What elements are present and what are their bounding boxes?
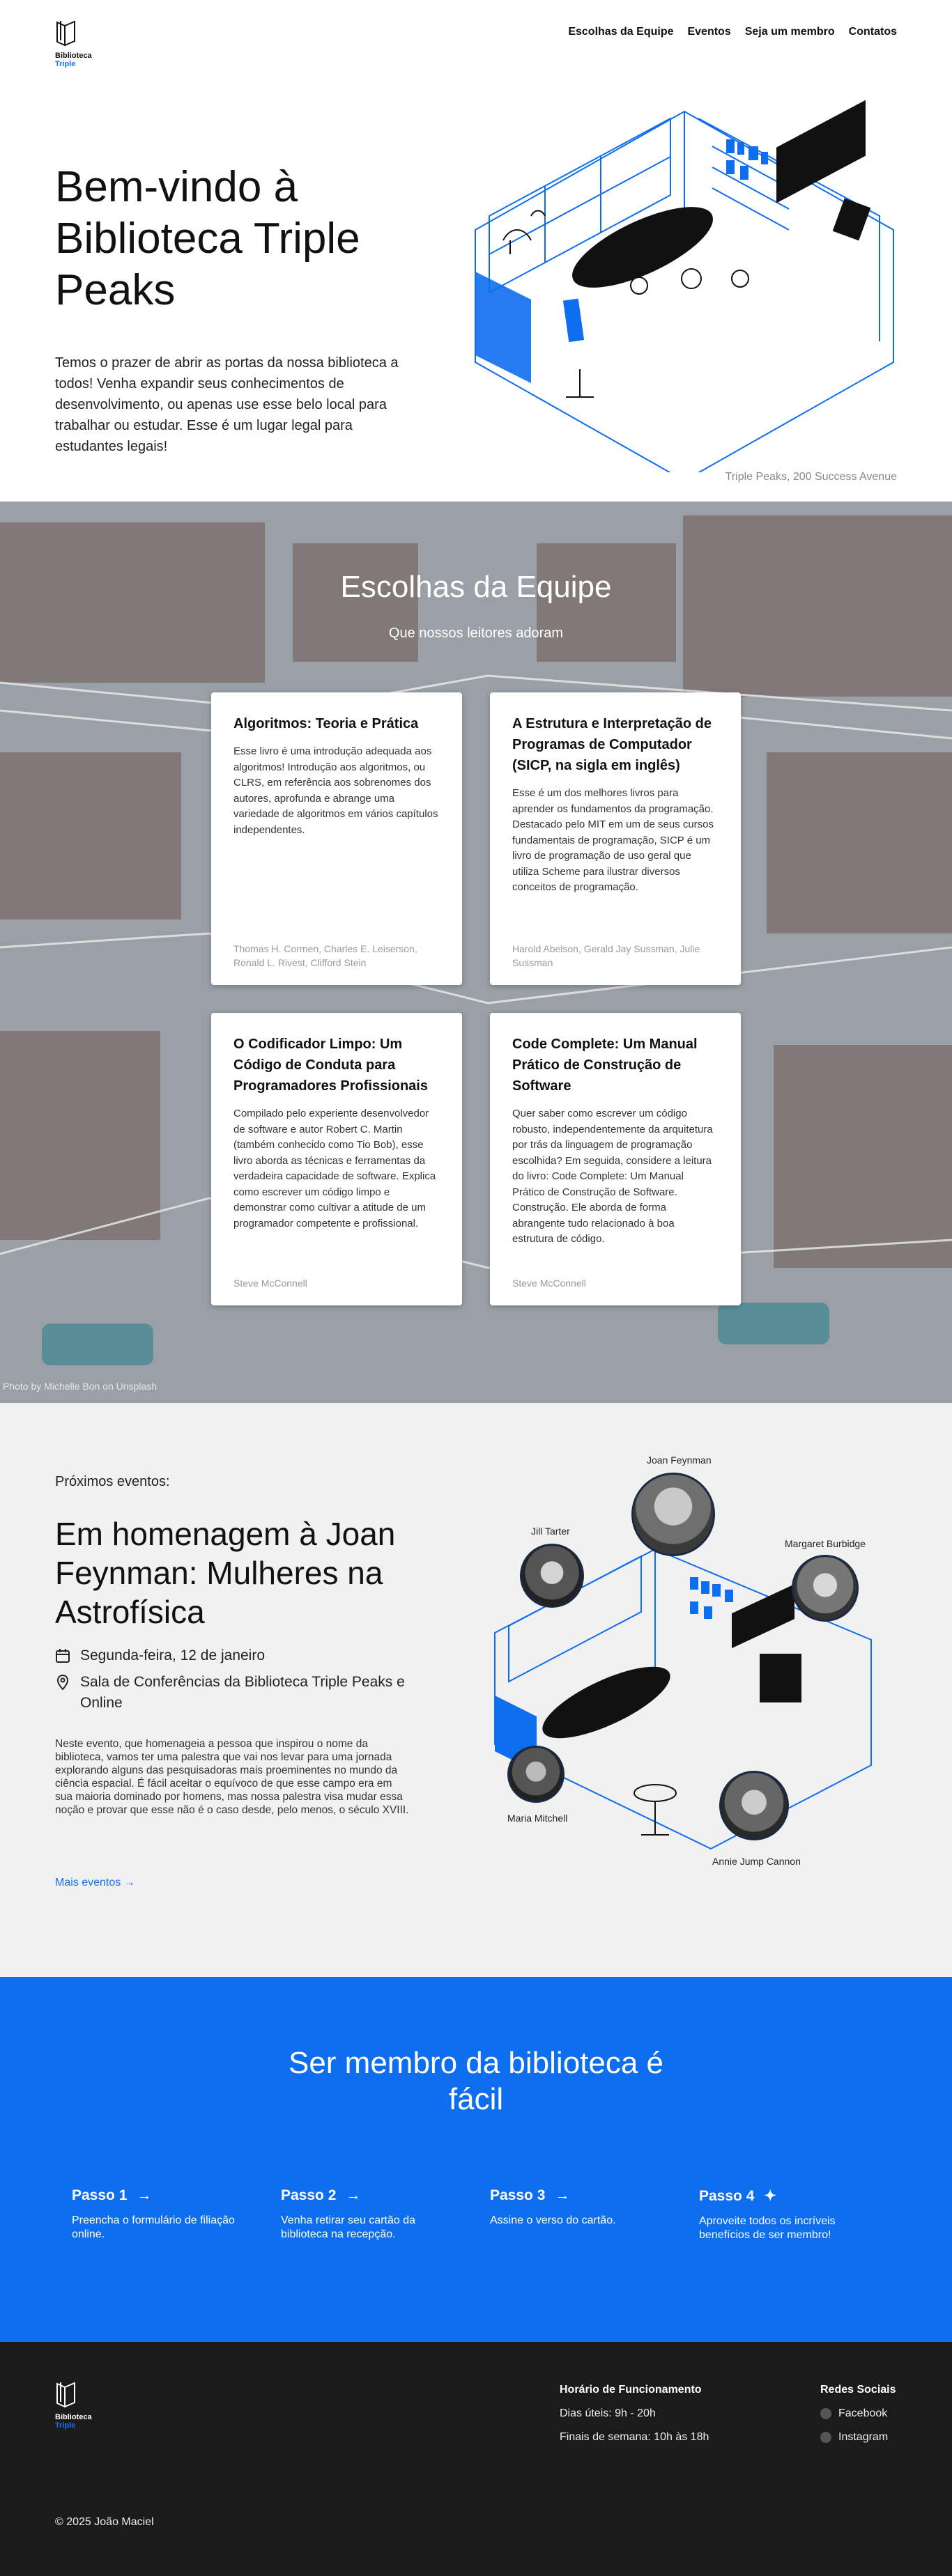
membership-section: Ser membro da biblioteca é fácil Passo 1… [0,1977,952,2342]
facebook-link[interactable]: Facebook [820,2407,896,2420]
book-description: Esse livro é uma introdução adequada aos… [233,745,438,836]
book-title: A Estrutura e Interpretação de Programas… [512,716,712,773]
book-description: Esse é um dos melhores livros para apren… [512,787,714,893]
book-title: O Codificador Limpo: Um Código de Condut… [233,1037,428,1094]
event-title: Em homenagem à Joan Feynman: Mulheres na… [55,1516,396,1630]
hours-weekdays: Dias úteis: 9h - 20h [560,2407,656,2419]
main-nav: Escolhas da Equipe Eventos Seja um membr… [568,26,897,38]
arrow-right-icon: → [137,2187,152,2203]
event-date-text: Segunda-feira, 12 de janeiro [80,1647,266,1663]
portrait-maria-mitchell [507,1746,565,1803]
step-label: Passo 4 [699,2187,755,2204]
book-authors: Steve McConnell [512,1278,586,1289]
book-card[interactable]: A Estrutura e Interpretação de Programas… [490,692,741,985]
event-description: Neste evento, que homenageia a pessoa qu… [55,1738,409,1816]
step-text: Venha retirar seu cartão da biblioteca n… [281,2214,416,2240]
logo-text-accent: Triple [55,60,76,68]
events-label: Próximos eventos: [55,1474,170,1489]
portrait-joan-feynman [631,1473,715,1556]
arrow-right-icon: → [346,2187,361,2203]
instagram-link[interactable]: Instagram [820,2431,896,2444]
hero-caption: Triple Peaks, 200 Success Avenue [725,471,897,483]
book-description: Quer saber como escrever um código robus… [512,1108,713,1245]
book-card[interactable]: O Codificador Limpo: Um Código de Condut… [211,1013,462,1305]
social-label: Facebook [838,2407,888,2419]
sparkle-icon: ✦ [764,2188,776,2204]
person-name: Maria Mitchell [507,1813,568,1824]
nav-link-member[interactable]: Seja um membro [745,26,835,38]
events-section: Próximos eventos: Em homenagem à Joan Fe… [0,1403,952,1977]
book-title: Code Complete: Um Manual Prático de Cons… [512,1037,698,1094]
event-date: Segunda-feira, 12 de janeiro [55,1645,265,1666]
step-2: Passo 2 → Venha retirar seu cartão da bib… [281,2187,448,2242]
book-description: Compilado pelo experiente desenvolvedor … [233,1108,436,1229]
staff-picks-section: Escolhas da Equipe Que nossos leitores a… [0,502,952,1403]
social-links: Redes Sociais Facebook Instagram [820,2384,896,2455]
social-label: Instagram [838,2431,889,2443]
step-text: Assine o verso do cartão. [490,2214,616,2226]
picks-subtitle: Que nossos leitores adoram [388,626,564,641]
step-text: Aproveite todos os incríveis benefícios … [699,2215,836,2241]
nav-link-picks[interactable]: Escolhas da Equipe [568,26,673,38]
site-footer: Biblioteca Triple Horário de Funcionamen… [0,2342,952,2576]
location-pin-icon [56,1675,69,1690]
book-authors: Harold Abelson, Gerald Jay Sussman, Juli… [512,943,700,968]
person-name: Margaret Burbidge [785,1538,866,1549]
facebook-icon [820,2408,831,2419]
opening-hours: Horário de Funcionamento Dias úteis: 9h … [560,2384,709,2455]
hero-title: Bem-vindo à Biblioteca Triple Peaks [55,163,360,314]
person-name: Annie Jump Cannon [712,1856,801,1867]
book-card[interactable]: Code Complete: Um Manual Prático de Cons… [490,1013,741,1305]
book-logo-icon [56,2382,75,2408]
person-name: Jill Tarter [531,1526,570,1537]
social-title: Redes Sociais [820,2384,896,2396]
logo-text: Biblioteca [55,2413,92,2421]
event-place-text: Sala de Conferências da Biblioteca Tripl… [80,1674,405,1711]
book-authors: Thomas H. Cormen, Charles E. Leiserson, … [233,943,417,968]
event-illustration: Joan Feynman Jill Tarter Margaret Burbid… [481,1445,899,1898]
hero-text: Temos o prazer de abrir as portas da nos… [55,355,399,454]
step-4: Passo 4 ✦ Aproveite todos os incríveis be… [699,2187,866,2242]
portrait-annie-jump-cannon [719,1771,789,1840]
site-header: Biblioteca Triple Escolhas da Equipe Eve… [0,0,952,91]
step-3: Passo 3 → Assine o verso do cartão. [490,2187,657,2228]
book-logo-icon [56,20,75,47]
more-events-link[interactable]: Mais eventos → [55,1877,135,1889]
book-card[interactable]: Algoritmos: Teoria e Prática Esse livro … [211,692,462,985]
event-place: Sala de Conferências da Biblioteca Tripl… [55,1672,417,1714]
picks-title: Escolhas da Equipe [340,570,612,604]
hours-title: Horário de Funcionamento [560,2384,702,2396]
membership-title: Ser membro da biblioteca é fácil [288,2046,664,2116]
instagram-icon [820,2432,831,2443]
logo-text: Biblioteca [55,52,92,60]
hours-weekend: Finais de semana: 10h às 18h [560,2431,709,2443]
portrait-jill-tarter [520,1544,584,1608]
photo-credit[interactable]: Photo by Michelle Bon on Unsplash [3,1381,157,1392]
portrait-margaret-burbidge [792,1555,859,1622]
library-illustration [475,100,894,472]
step-label: Passo 1 [72,2187,128,2203]
book-title: Algoritmos: Teoria e Prática [233,716,419,731]
step-1: Passo 1 → Preencha o formulário de filiaç… [72,2187,239,2242]
book-authors: Steve McConnell [233,1278,307,1289]
calendar-icon [56,1649,70,1663]
step-label: Passo 2 [281,2187,337,2203]
nav-link-contacts[interactable]: Contatos [849,26,897,38]
footer-logo[interactable]: Biblioteca Triple [55,2381,111,2430]
step-text: Preencha o formulário de filiação online… [72,2214,235,2240]
person-name: Joan Feynman [647,1454,712,1466]
logo-text-accent: Triple [55,2421,76,2430]
nav-link-events[interactable]: Eventos [687,26,730,38]
step-label: Passo 3 [490,2187,546,2203]
logo[interactable]: Biblioteca Triple [55,20,111,68]
arrow-right-icon: → [555,2187,570,2203]
copyright: © 2025 João Maciel [55,2516,154,2528]
